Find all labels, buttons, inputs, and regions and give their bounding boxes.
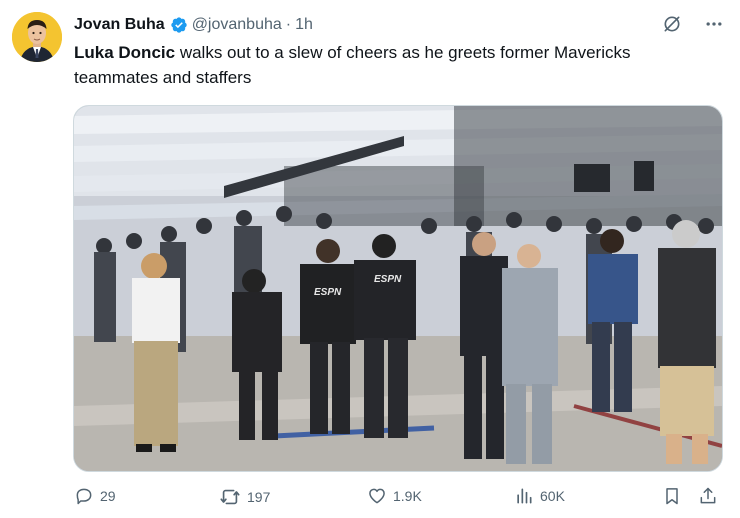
reply-button[interactable]: 29 [74, 486, 116, 506]
author-name[interactable]: Jovan Buha [74, 16, 165, 34]
like-button[interactable]: 1.9K [367, 486, 422, 506]
bookmark-icon [666, 488, 678, 505]
author-handle[interactable]: @jovanbuha [192, 16, 282, 34]
repost-count: 197 [247, 489, 271, 505]
avatar-image [12, 12, 62, 62]
share-icon [700, 487, 716, 504]
tweet-bold-lead: Luka Doncic [74, 43, 176, 62]
like-count: 1.9K [393, 488, 422, 504]
arena-scene: ESPN ESPN [74, 106, 722, 471]
action-bar: 29 197 1.9K 60K [74, 486, 724, 510]
views-count: 60K [540, 488, 565, 504]
repost-button[interactable]: 197 [219, 486, 270, 508]
reply-count: 29 [100, 488, 116, 504]
views-button[interactable]: 60K [514, 486, 565, 506]
tweet-media-image[interactable]: ESPN ESPN [73, 105, 723, 472]
share-button[interactable] [698, 486, 718, 506]
repost-icon [220, 489, 240, 505]
heart-icon [369, 488, 385, 504]
reply-icon [76, 488, 92, 505]
verified-badge-icon [170, 16, 188, 34]
header-actions [662, 14, 724, 34]
tweet-header: Jovan Buha @jovanbuha · 1h [74, 14, 726, 36]
grok-icon[interactable] [662, 14, 682, 34]
separator-dot: · [285, 16, 292, 33]
more-options-icon[interactable] [704, 14, 724, 34]
tweet-text: Luka Doncic walks out to a slew of cheer… [74, 40, 714, 90]
avatar[interactable] [12, 12, 62, 62]
bookmark-button[interactable] [662, 486, 682, 506]
views-chart-icon [517, 488, 532, 504]
timestamp[interactable]: 1h [295, 16, 313, 34]
